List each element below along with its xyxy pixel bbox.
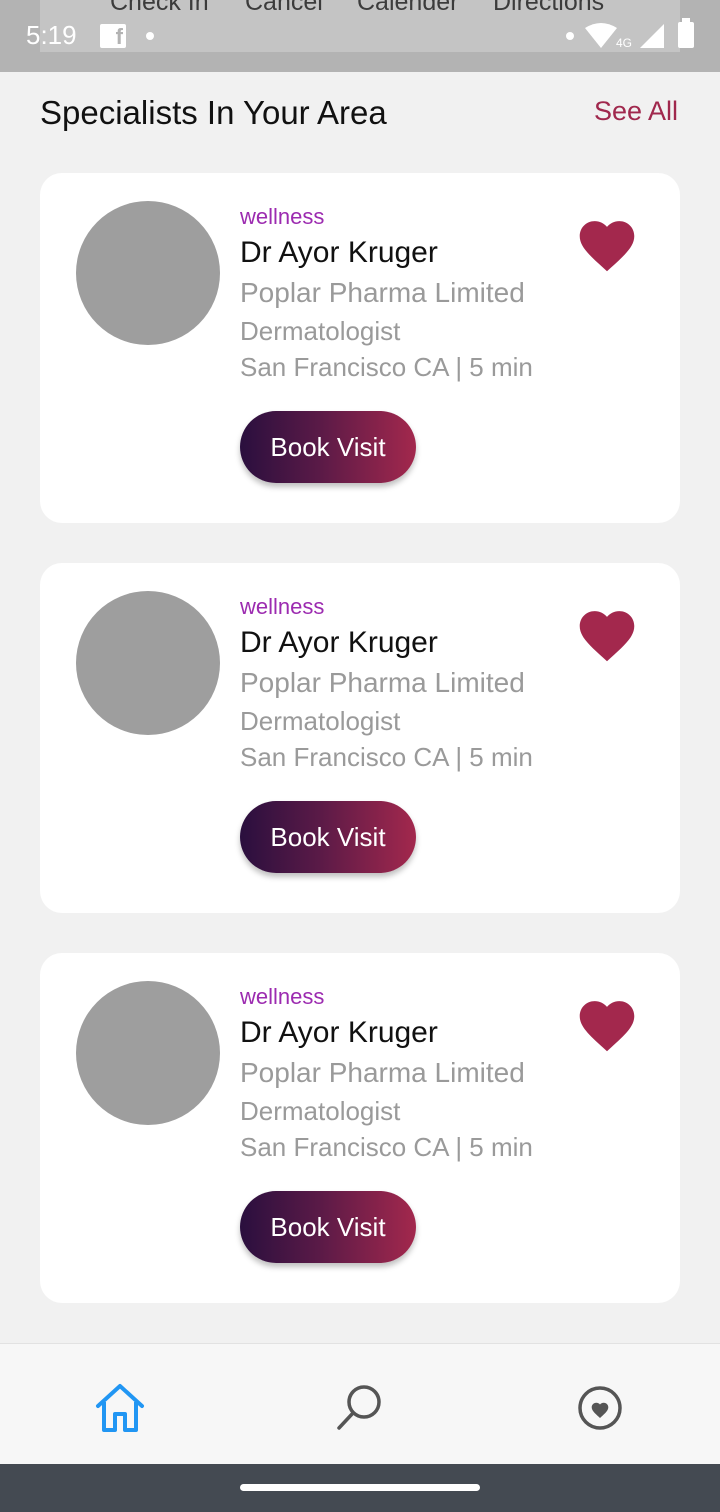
wifi-icon (585, 23, 617, 48)
avatar (76, 591, 220, 735)
specialist-card[interactable]: wellness Dr Ayor Kruger Poplar Pharma Li… (40, 563, 680, 913)
specialist-company: Poplar Pharma Limited (240, 277, 525, 308)
background-tab-calender: Calender (357, 0, 459, 16)
specialist-company: Poplar Pharma Limited (240, 667, 525, 698)
background-tab-check-in: Check In (110, 0, 209, 16)
specialist-specialty: Dermatologist (240, 706, 401, 736)
specialist-card[interactable]: wellness Dr Ayor Kruger Poplar Pharma Li… (40, 953, 680, 1303)
background-tab-cancel: Cancel (245, 0, 323, 16)
specialist-details: wellness Dr Ayor Kruger Poplar Pharma Li… (240, 203, 533, 385)
book-visit-button[interactable]: Book Visit (240, 801, 416, 873)
specialist-category: wellness (240, 204, 325, 229)
heart-icon[interactable] (574, 603, 640, 663)
specialist-specialty: Dermatologist (240, 1096, 401, 1126)
notification-dot-icon (146, 32, 154, 40)
page-title: Specialists In Your Area (40, 94, 387, 131)
avatar (76, 201, 220, 345)
background-tab-directions: Directions (493, 0, 605, 16)
specialist-name: Dr Ayor Kruger (240, 236, 438, 269)
home-icon[interactable] (90, 1378, 150, 1438)
status-time: 5:19 (26, 20, 77, 50)
avatar (76, 981, 220, 1125)
specialist-category: wellness (240, 984, 325, 1009)
specialist-location: San Francisco CA | 5 min (240, 1132, 533, 1162)
book-visit-button[interactable]: Book Visit (240, 1191, 416, 1263)
specialist-details: wellness Dr Ayor Kruger Poplar Pharma Li… (240, 983, 533, 1165)
specialist-specialty: Dermatologist (240, 316, 401, 346)
search-icon[interactable] (330, 1378, 390, 1438)
specialist-card[interactable]: wellness Dr Ayor Kruger Poplar Pharma Li… (40, 173, 680, 523)
heart-icon[interactable] (574, 213, 640, 273)
home-indicator[interactable] (240, 1484, 480, 1491)
system-navigation-bar (0, 1464, 720, 1512)
signal-icon (640, 24, 664, 48)
specialist-location: San Francisco CA | 5 min (240, 352, 533, 382)
heart-circle-icon[interactable] (570, 1378, 630, 1438)
heart-icon[interactable] (574, 993, 640, 1053)
specialist-details: wellness Dr Ayor Kruger Poplar Pharma Li… (240, 593, 533, 775)
bottom-nav (0, 1343, 720, 1464)
specialist-name: Dr Ayor Kruger (240, 626, 438, 659)
network-type: 4G (616, 36, 633, 50)
specialist-location: San Francisco CA | 5 min (240, 742, 533, 772)
specialist-category: wellness (240, 594, 325, 619)
app-screen: Check In Cancel Calender Directions 5:19… (0, 0, 720, 1512)
specialist-name: Dr Ayor Kruger (240, 1016, 438, 1049)
notification-dot-icon (566, 32, 574, 40)
facebook-icon: f (100, 24, 126, 49)
status-bar: Check In Cancel Calender Directions 5:19… (0, 0, 720, 72)
see-all-link[interactable]: See All (594, 96, 678, 127)
battery-icon (678, 18, 694, 48)
specialist-company: Poplar Pharma Limited (240, 1057, 525, 1088)
book-visit-button[interactable]: Book Visit (240, 411, 416, 483)
